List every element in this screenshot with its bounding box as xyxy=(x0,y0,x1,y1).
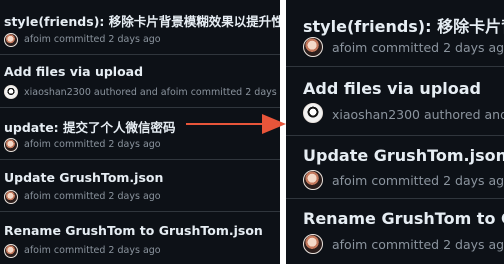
author-avatar[interactable] xyxy=(4,85,18,99)
author-avatar[interactable] xyxy=(303,234,323,254)
commit-row[interactable]: Add files via upload xiaoshan2300 author… xyxy=(0,55,280,107)
commit-title[interactable]: Rename GrushTom to GrushTom.json xyxy=(303,209,504,228)
commit-action: authored and afoim committed 2 days ago xyxy=(93,87,280,98)
commit-title[interactable]: Rename GrushTom to GrushTom.json xyxy=(4,223,263,238)
red-arrow-icon xyxy=(186,114,286,134)
arrow-head xyxy=(262,114,286,134)
commit-action: committed 2 days ago xyxy=(53,245,161,256)
author-name[interactable]: afoim xyxy=(24,139,51,150)
commit-action: committed 2 days ago xyxy=(53,34,161,45)
commit-meta: xiaoshan2300 authored and afoim committe… xyxy=(24,87,280,98)
author-avatar[interactable] xyxy=(303,103,323,123)
commit-row[interactable]: style(friends): 移除卡片背景模糊效果以提升性能 afoim co… xyxy=(286,0,504,64)
commit-meta: afoim committed 2 days ago xyxy=(332,173,504,188)
commit-meta: afoim committed 2 days ago xyxy=(24,245,161,256)
commit-action: committed 2 days ago xyxy=(53,139,161,150)
right-commit-list: style(friends): 移除卡片背景模糊效果以提升性能 afoim co… xyxy=(286,0,504,264)
commit-title[interactable]: Update GrushTom.json xyxy=(4,170,163,185)
commit-row[interactable]: Add files via upload xiaoshan2300 author… xyxy=(286,67,504,133)
author-avatar[interactable] xyxy=(4,138,18,152)
commit-meta: afoim committed 2 days ago xyxy=(332,40,504,55)
commit-title[interactable]: style(friends): 移除卡片背景模糊效果以提升性能 xyxy=(4,11,280,30)
commit-title[interactable]: Update GrushTom.json xyxy=(303,146,504,165)
author-avatar[interactable] xyxy=(303,170,323,190)
author-avatar[interactable] xyxy=(4,33,18,47)
author-name[interactable]: xiaoshan2300 xyxy=(24,87,91,98)
commit-meta: xiaoshan2300 authored and afoim committe… xyxy=(332,107,504,122)
commit-row[interactable]: Rename GrushTom to GrushTom.json afoim c… xyxy=(0,212,280,264)
commit-meta: afoim committed 2 days ago xyxy=(24,191,161,202)
commit-title[interactable]: style(friends): 移除卡片背景模糊效果以提升性能 xyxy=(303,13,504,37)
commit-meta: afoim committed 2 days ago xyxy=(24,34,161,45)
author-name[interactable]: afoim xyxy=(24,245,51,256)
author-avatar[interactable] xyxy=(303,37,323,57)
commit-action: committed 2 days ago xyxy=(53,191,161,202)
commit-meta: afoim committed 2 days ago xyxy=(332,237,504,252)
commit-title[interactable]: update: 提交了个人微信密码 xyxy=(4,117,176,136)
commit-title[interactable]: Add files via upload xyxy=(303,79,481,98)
author-name[interactable]: afoim xyxy=(24,191,51,202)
author-avatar[interactable] xyxy=(4,244,18,258)
author-name[interactable]: afoim xyxy=(24,34,51,45)
author-avatar[interactable] xyxy=(4,190,18,204)
commit-title[interactable]: Add files via upload xyxy=(4,64,143,79)
commit-row[interactable]: Rename GrushTom to GrushTom.json afoim c… xyxy=(286,199,504,264)
commit-row[interactable]: style(friends): 移除卡片背景模糊效果以提升性能 afoim co… xyxy=(0,0,280,54)
commit-row[interactable]: Update GrushTom.json afoim committed 2 d… xyxy=(0,160,280,211)
commit-row[interactable]: Update GrushTom.json afoim committed 2 d… xyxy=(286,136,504,198)
commit-meta: afoim committed 2 days ago xyxy=(24,139,161,150)
